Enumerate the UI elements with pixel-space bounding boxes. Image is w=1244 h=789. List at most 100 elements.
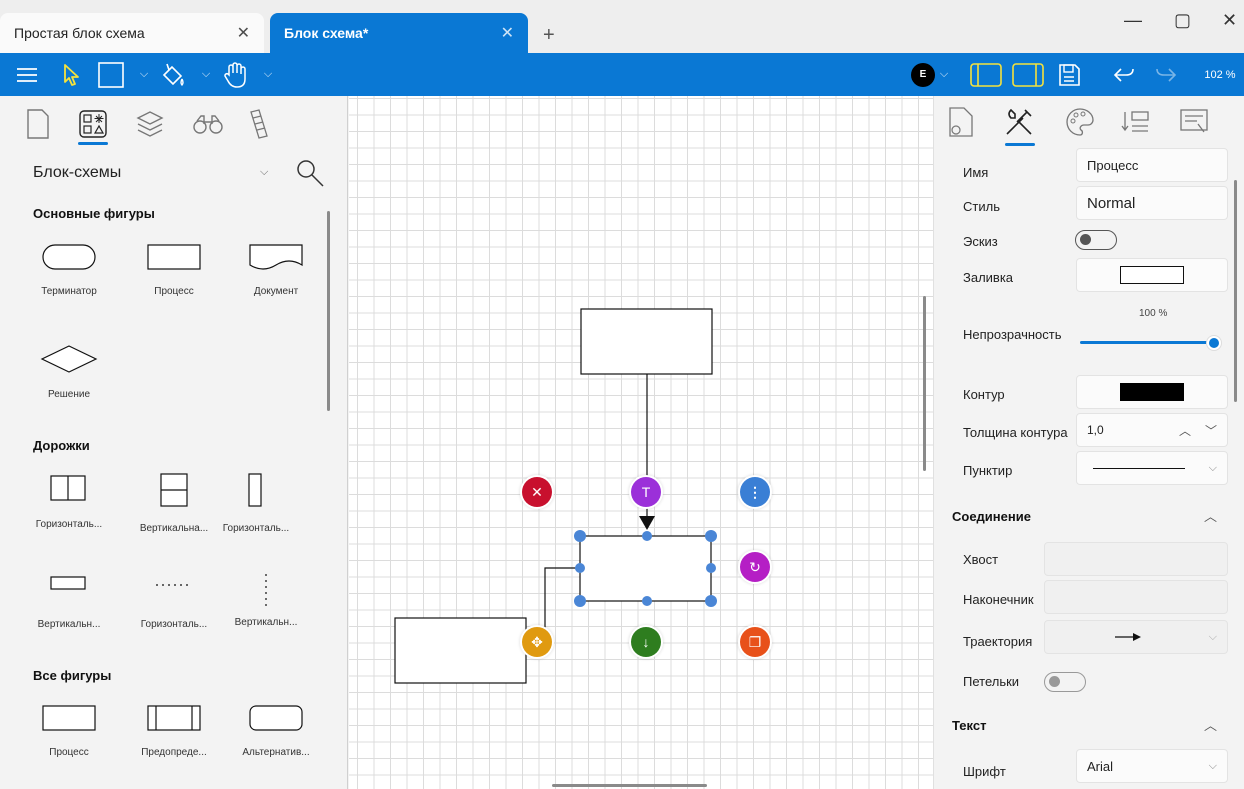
resize-handle[interactable] [642,596,652,606]
tab-close-icon[interactable]: ✕ [237,23,250,43]
page-icon[interactable] [18,104,58,144]
shape-alternative[interactable]: Альтернатив... [231,704,321,758]
vertical-scrollbar[interactable] [923,296,926,471]
style-select[interactable]: Normal [1076,186,1228,220]
drawing-canvas[interactable]: ✕ T ⋮ ↻ ✥ ↓ ❐ [349,96,933,789]
resize-handle[interactable] [574,595,586,607]
palette-icon[interactable] [1064,106,1096,143]
page-settings-icon[interactable] [946,106,976,143]
opacity-slider-track[interactable] [1080,341,1210,344]
zoom-level[interactable]: 102 % [1196,53,1244,96]
minimize-button[interactable]: — [1124,10,1142,31]
new-tab-button[interactable]: + [543,24,555,47]
shape-tool-icon[interactable] [96,53,126,96]
chevron-down-icon[interactable]: ⌵ [137,53,151,96]
tail-select[interactable] [1044,542,1228,576]
more-options-icon[interactable]: ⋮ [740,477,770,507]
chevron-down-icon[interactable]: ⌵ [261,53,275,96]
chevron-up-icon[interactable]: ︿ [1204,715,1217,734]
user-avatar[interactable]: E [910,53,936,96]
shape-process[interactable]: Процесс [129,243,219,297]
pointer-tool-icon[interactable] [58,53,84,96]
save-icon[interactable] [1054,53,1084,96]
right-panel-toggle-icon[interactable] [1008,53,1048,96]
resize-handle[interactable] [705,530,717,542]
chevron-down-icon[interactable]: ⌵ [1209,760,1217,773]
shape-process-2[interactable]: Процесс [24,704,114,758]
resize-handle[interactable] [574,530,586,542]
arrange-icon[interactable] [1119,106,1151,143]
swimlane-horizontal[interactable]: Горизонталь... [24,474,114,530]
horizontal-scrollbar[interactable] [552,784,707,787]
shape-predefined[interactable]: Предопреде... [129,704,219,758]
shape-document[interactable]: Документ [231,243,321,297]
library-select[interactable]: Блок-схемы [33,164,121,182]
stroke-width-stepper[interactable]: 1,0 ︿ ﹀ [1076,413,1228,447]
shape-terminator[interactable]: Терминатор [24,243,114,297]
binoculars-icon[interactable] [188,104,228,144]
path-select[interactable]: ⌵ [1044,620,1228,654]
text-section-header[interactable]: Текст [952,718,986,733]
chevron-down-icon[interactable]: ⌵ [1209,462,1217,475]
duplicate-icon[interactable]: ❐ [740,627,770,657]
shape-label: Альтернатив... [242,747,310,758]
chevron-down-icon[interactable]: ⌵ [260,166,268,179]
pan-hand-icon[interactable] [220,53,250,96]
tools-icon[interactable] [1003,106,1035,143]
rotate-icon[interactable]: ↻ [740,552,770,582]
fill-color-button[interactable] [1076,258,1228,292]
chevron-down-icon[interactable]: ⌵ [1209,631,1217,644]
separator-horizontal[interactable]: Горизонталь... [129,574,219,630]
maximize-button[interactable]: ▢ [1174,10,1191,31]
swimlane-vertical-2[interactable]: Вертикальн... [24,574,114,630]
shape-label: Горизонталь... [222,523,290,534]
layers-icon[interactable] [130,104,170,144]
fill-bucket-icon[interactable] [157,53,187,96]
resize-handle[interactable] [705,595,717,607]
swimlane-vertical[interactable]: Вертикальна... [129,472,219,534]
redo-icon[interactable] [1152,53,1180,96]
chevron-up-icon[interactable]: ︿ [1179,422,1191,439]
opacity-slider-thumb[interactable] [1206,335,1222,351]
edit-text-icon[interactable]: T [631,477,661,507]
swimlane-horizontal-2[interactable]: Горизонталь... [211,472,301,534]
left-panel-toggle-icon[interactable] [966,53,1006,96]
shape-label: Горизонталь... [35,519,103,530]
chevron-down-icon[interactable]: ⌵ [199,53,213,96]
tab-simple-flowchart[interactable]: Простая блок схема ✕ [0,13,264,53]
tab-flowchart-active[interactable]: Блок схема* ✕ [270,13,528,53]
chevron-up-icon[interactable]: ︿ [1204,506,1217,525]
color-swatches-icon[interactable] [240,104,280,144]
stroke-color-button[interactable] [1076,375,1228,409]
text-format-icon[interactable] [1178,106,1210,143]
loops-toggle[interactable] [1044,672,1086,692]
connection-section-header[interactable]: Соединение [952,509,1031,524]
dash-select[interactable]: ⌵ [1076,451,1228,485]
shape-decision[interactable]: Решение [24,344,114,400]
delete-shape-icon[interactable]: ✕ [522,477,552,507]
resize-handle[interactable] [575,563,585,573]
close-window-button[interactable]: ✕ [1222,10,1237,31]
search-icon[interactable] [295,158,325,193]
separator-vertical[interactable]: Вертикальн... [221,572,311,628]
undo-icon[interactable] [1110,53,1138,96]
font-select[interactable]: Arial ⌵ [1076,749,1228,783]
sketch-toggle[interactable] [1075,230,1117,250]
properties-scrollbar[interactable] [1234,180,1237,402]
loops-label: Петельки [963,674,1020,689]
tab-close-icon[interactable]: ✕ [501,23,514,43]
resize-handle[interactable] [706,563,716,573]
arrow-head [639,516,655,530]
dash-label: Пунктир [963,463,1013,478]
shapes-icon[interactable] [73,104,113,144]
scrollbar[interactable] [327,211,330,411]
name-input[interactable]: Процесс [1076,148,1228,182]
resize-handle[interactable] [642,531,652,541]
head-select[interactable] [1044,580,1228,614]
add-below-icon[interactable]: ↓ [631,627,661,657]
dash-preview [1093,467,1185,469]
menu-icon[interactable] [14,53,40,96]
chevron-down-icon[interactable]: ⌵ [937,53,951,96]
chevron-down-icon[interactable]: ﹀ [1205,422,1217,439]
move-icon[interactable]: ✥ [522,627,552,657]
